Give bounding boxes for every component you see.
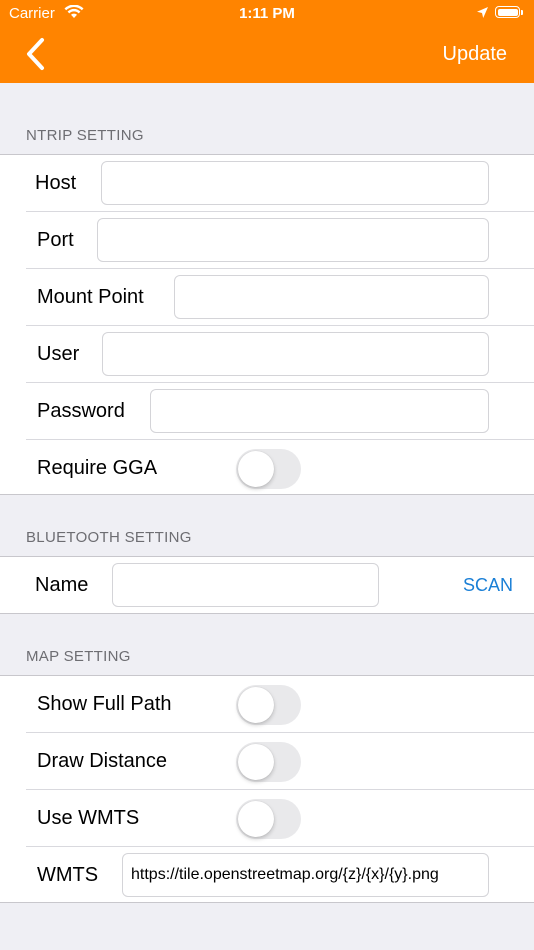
ntrip-settings-group: Host Port Mount Point User Password Requ… (0, 154, 534, 495)
bluetooth-section-header: BLUETOOTH SETTING (26, 529, 192, 546)
draw-distance-toggle[interactable] (236, 742, 301, 782)
port-input[interactable] (97, 218, 489, 262)
map-settings-group: Show Full Path Draw Distance Use WMTS WM… (0, 675, 534, 903)
bluetooth-settings-group: Name SCAN (0, 556, 534, 614)
bluetooth-name-label: Name (35, 574, 89, 596)
user-row: User (0, 326, 534, 383)
status-time: 1:11 PM (239, 5, 295, 22)
user-label: User (37, 343, 80, 365)
host-label: Host (35, 172, 77, 194)
user-input[interactable] (102, 332, 489, 376)
status-bar: Carrier 1:11 PM (0, 0, 534, 28)
bluetooth-name-row: Name SCAN (0, 557, 534, 614)
navigation-bar: Carrier 1:11 PM Update (0, 0, 534, 83)
location-arrow-icon (477, 7, 488, 18)
mount-point-input[interactable] (174, 275, 489, 319)
require-gga-label: Require GGA (37, 457, 158, 479)
update-button[interactable]: Update (443, 43, 508, 66)
battery-icon (495, 6, 520, 18)
bluetooth-name-input[interactable] (112, 563, 379, 607)
ntrip-section-header: NTRIP SETTING (26, 127, 144, 144)
show-full-path-row: Show Full Path (0, 676, 534, 733)
password-label: Password (37, 400, 125, 422)
password-row: Password (0, 383, 534, 440)
draw-distance-label: Draw Distance (37, 750, 168, 772)
toggle-knob (238, 687, 274, 723)
host-input[interactable] (101, 161, 489, 205)
show-full-path-toggle[interactable] (236, 685, 301, 725)
show-full-path-label: Show Full Path (37, 693, 172, 715)
require-gga-row: Require GGA (0, 440, 534, 497)
toggle-knob (238, 451, 274, 487)
wmts-url-input[interactable]: https://tile.openstreetmap.org/{z}/{x}/{… (122, 853, 489, 897)
wmts-row: WMTS https://tile.openstreetmap.org/{z}/… (0, 847, 534, 904)
port-label: Port (37, 229, 74, 251)
password-input[interactable] (150, 389, 489, 433)
map-section-header: MAP SETTING (26, 648, 131, 665)
battery-tip (521, 10, 523, 15)
mount-point-label: Mount Point (37, 286, 144, 308)
wmts-label: WMTS (37, 864, 99, 886)
use-wmts-row: Use WMTS (0, 790, 534, 847)
port-row: Port (0, 212, 534, 269)
use-wmts-label: Use WMTS (37, 807, 140, 829)
toggle-knob (238, 801, 274, 837)
back-chevron-icon[interactable] (22, 37, 52, 71)
use-wmts-toggle[interactable] (236, 799, 301, 839)
mount-point-row: Mount Point (0, 269, 534, 326)
toggle-knob (238, 744, 274, 780)
require-gga-toggle[interactable] (236, 449, 301, 489)
host-row: Host (0, 155, 534, 212)
scan-button[interactable]: SCAN (463, 575, 513, 596)
draw-distance-row: Draw Distance (0, 733, 534, 790)
